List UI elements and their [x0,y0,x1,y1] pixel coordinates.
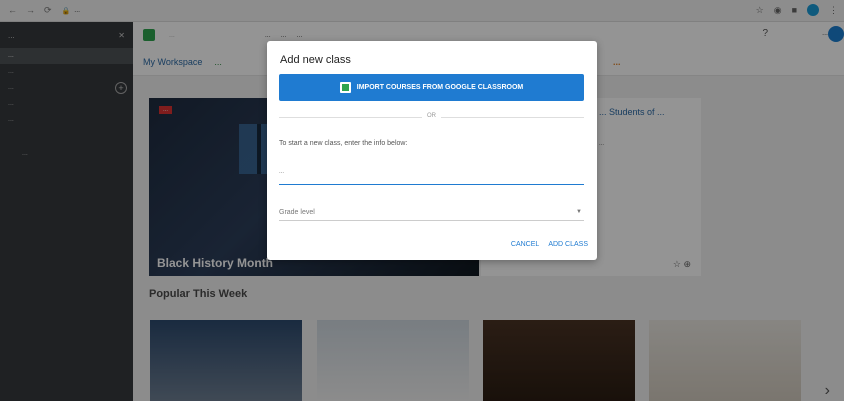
add-class-button[interactable]: ADD CLASS [548,241,588,248]
dialog-instructions: To start a new class, enter the info bel… [279,140,408,147]
or-label: OR [422,113,441,119]
google-classroom-icon [339,82,351,93]
import-button-label: IMPORT COURSES FROM GOOGLE CLASSROOM [356,84,524,91]
dialog-title: Add new class [280,54,351,66]
app-page: ← → ⟳ 🔒 ... ☆ ◉ ■ ⋮ ... ✕ ... ... ... + … [0,0,844,401]
chevron-down-icon: ▼ [576,209,582,215]
dialog-actions: CANCEL ADD CLASS [511,241,588,248]
import-google-classroom-button[interactable]: IMPORT COURSES FROM GOOGLE CLASSROOM [279,74,584,101]
grade-level-select[interactable]: Grade level ▼ [279,204,584,221]
class-name-input[interactable] [279,159,584,185]
cancel-button[interactable]: CANCEL [511,241,539,248]
grade-level-label: Grade level [279,208,315,216]
add-class-dialog: Add new class IMPORT COURSES FROM GOOGLE… [267,41,597,260]
